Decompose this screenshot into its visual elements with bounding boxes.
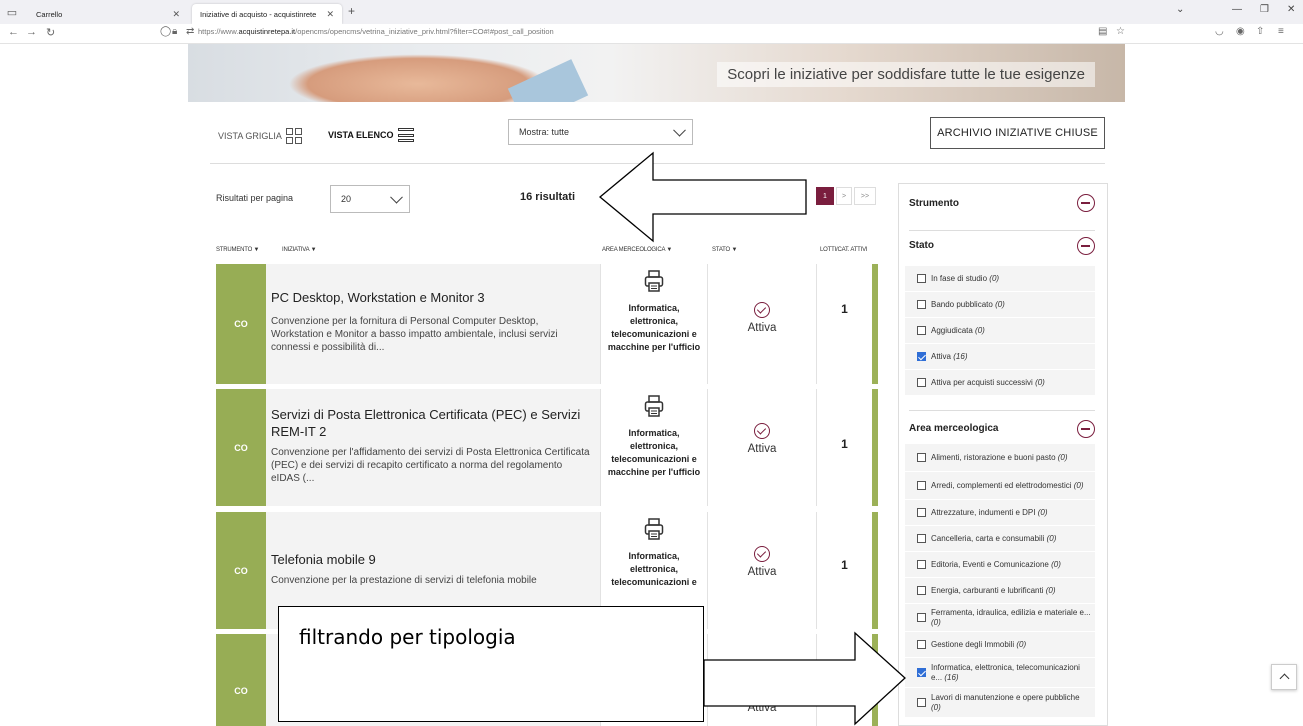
annotation-callout: filtrando per tipologia	[278, 606, 704, 722]
right-arrow-annotation	[703, 631, 906, 726]
left-arrow-annotation	[598, 151, 807, 243]
scroll-to-top-button[interactable]	[1271, 664, 1297, 690]
annotation-text: filtrando per tipologia	[299, 625, 516, 649]
